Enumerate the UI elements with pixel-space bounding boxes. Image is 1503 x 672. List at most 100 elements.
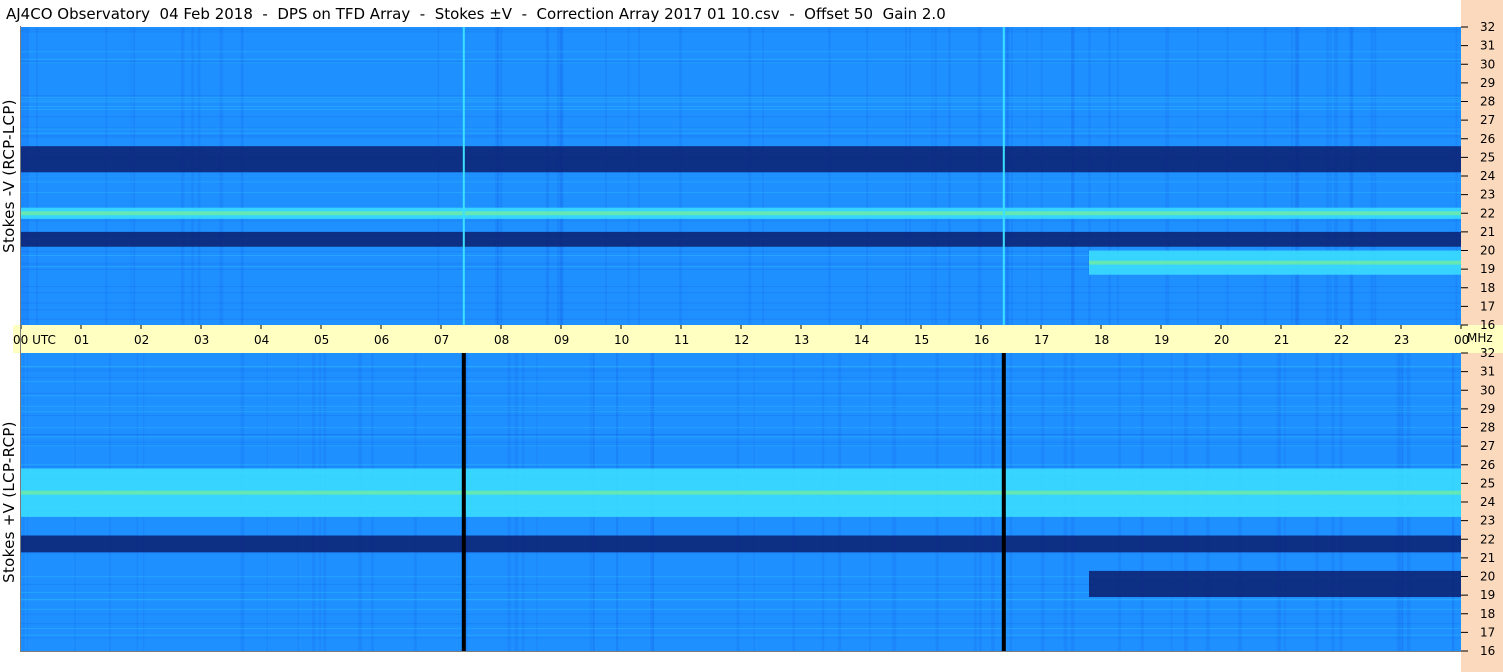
spectrogram-bottom-svg [21, 353, 1461, 651]
texture-line [21, 408, 1461, 410]
frequency-unit-label: MHz [1467, 331, 1493, 345]
texture-line [21, 136, 1461, 138]
texture-line [21, 176, 1461, 178]
texture-stripe [1263, 27, 1267, 325]
texture-stripe [180, 27, 185, 325]
bottom-panel-ylabel: Stokes +V (LCP-RCP) [0, 421, 18, 583]
texture-stripe [1295, 27, 1300, 325]
texture-line [21, 445, 1461, 447]
texture-stripe [1005, 27, 1009, 325]
texture-line [21, 441, 1461, 443]
stokes-plus-v-spectrogram [21, 353, 1461, 651]
texture-line [21, 116, 1461, 118]
texture-stripe [1197, 27, 1199, 325]
chart-title: AJ4CO Observatory 04 Feb 2018 - DPS on T… [6, 5, 946, 23]
texture-line [21, 135, 1461, 137]
texture-stripe [748, 27, 752, 325]
texture-line [21, 368, 1461, 370]
texture-line [21, 623, 1461, 625]
texture-stripe [1071, 27, 1075, 325]
time-tick-label: 14 [854, 333, 869, 347]
time-tick-label: 01 [74, 333, 89, 347]
time-tick-label: 04 [254, 333, 269, 347]
texture-stripe [828, 27, 831, 325]
texture-line [21, 434, 1461, 436]
texture-stripe [909, 27, 911, 325]
texture-line [21, 302, 1461, 304]
emission-band-peak [1089, 260, 1461, 265]
texture-line [21, 466, 1461, 468]
texture-line [21, 97, 1461, 99]
time-tick-label: 16 [974, 333, 989, 347]
utc-time-axis: 00 UTC 01 02 03 04 05 06 07 08 09 10 11 12 13 14 15 16 17… [13, 325, 1503, 353]
texture-stripe [1370, 27, 1374, 325]
texture-line [21, 220, 1461, 222]
texture-stripe [1326, 27, 1329, 325]
texture-stripe [1165, 27, 1170, 325]
texture-line [21, 99, 1461, 101]
stokes-minus-v-spectrogram [21, 27, 1461, 325]
texture-stripe [497, 27, 500, 325]
frame-bottom [20, 651, 1461, 652]
texture-line [21, 608, 1461, 610]
texture-line [21, 613, 1461, 615]
texture-line [21, 132, 1461, 134]
texture-stripe [1291, 27, 1293, 325]
texture-stripe [866, 27, 869, 325]
texture-line [21, 405, 1461, 407]
texture-stripe [21, 27, 25, 325]
texture-line [21, 427, 1461, 429]
texture-stripe [762, 27, 764, 325]
texture-stripe [130, 27, 132, 325]
texture-stripe [605, 27, 607, 325]
texture-line [21, 127, 1461, 129]
texture-stripe [197, 27, 201, 325]
texture-line [21, 376, 1461, 378]
texture-stripe [1334, 27, 1338, 325]
texture-stripe [437, 27, 440, 325]
texture-stripe [557, 27, 560, 325]
texture-line [21, 51, 1461, 53]
texture-line [21, 191, 1461, 193]
time-tick-label: 12 [734, 333, 749, 347]
texture-line [21, 128, 1461, 130]
time-tick-label: 21 [1274, 333, 1289, 347]
texture-stripe [905, 27, 907, 325]
texture-stripe [191, 27, 194, 325]
time-tick-label: 03 [194, 333, 209, 347]
texture-line [21, 370, 1461, 372]
texture-line [21, 381, 1461, 383]
texture-line [21, 318, 1461, 320]
texture-stripe [105, 27, 108, 325]
texture-line [21, 95, 1461, 97]
time-tick-label: 05 [314, 333, 329, 347]
time-tick-label: 20 [1214, 333, 1229, 347]
texture-stripe [1040, 27, 1043, 325]
texture-line [21, 29, 1461, 31]
texture-line [21, 292, 1461, 294]
texture-line [21, 395, 1461, 397]
top-panel-ylabel: Stokes -V (RCP-LCP) [0, 99, 18, 253]
time-tick-label: 11 [674, 333, 689, 347]
emission-band-peak [21, 490, 1461, 495]
timing-marker-line [461, 353, 466, 651]
texture-line [21, 436, 1461, 438]
texture-line [21, 392, 1461, 394]
texture-line [21, 414, 1461, 416]
texture-stripe [219, 27, 224, 325]
texture-stripe [637, 27, 640, 325]
timing-marker-line [1002, 27, 1005, 325]
texture-stripe [545, 27, 549, 325]
texture-line [21, 60, 1461, 62]
texture-stripe [1011, 27, 1013, 325]
texture-line [21, 31, 1461, 33]
texture-stripe [242, 27, 244, 325]
texture-line [21, 365, 1461, 367]
texture-stripe [1226, 27, 1229, 325]
spectrogram-background [21, 27, 1461, 325]
texture-stripe [1350, 27, 1354, 325]
texture-stripe [132, 27, 136, 325]
texture-stripe [679, 27, 683, 325]
texture-stripe [1108, 27, 1111, 325]
texture-line [21, 108, 1461, 110]
